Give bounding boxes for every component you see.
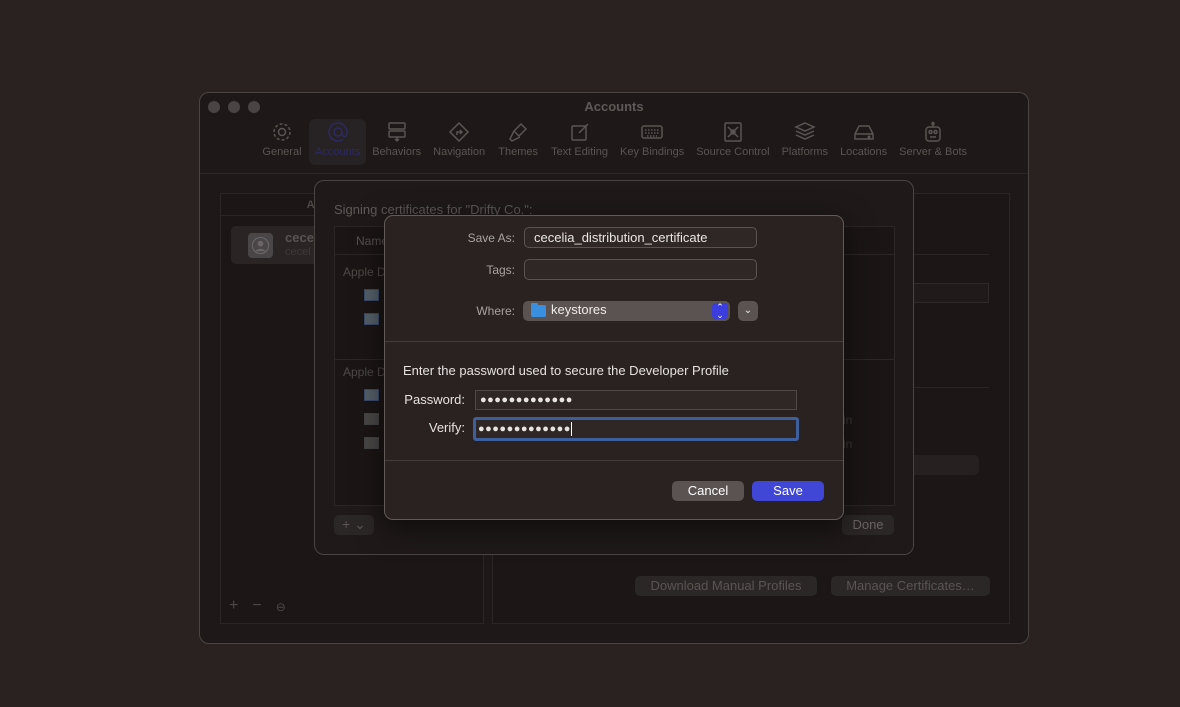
add-account-icon[interactable]: + [229,597,238,617]
verify-label: Verify: [428,420,465,435]
tab-text-editing[interactable]: Text Editing [545,119,614,165]
edit-icon [569,121,591,143]
account-name: cece [285,230,314,245]
divider [385,341,843,342]
drive-icon [853,121,875,143]
remove-account-icon[interactable]: − [252,597,261,617]
account-email: cecel [285,246,311,258]
password-input[interactable]: ●●●●●●●●●●●●● [475,390,797,410]
person-icon [251,236,270,255]
tab-label: Platforms [781,146,829,158]
gear-icon [271,121,293,143]
tab-label: Source Control [696,146,770,158]
certificate-icon[interactable] [364,413,379,425]
tab-locations[interactable]: Locations [834,119,893,165]
certificate-group-label: Apple D [343,365,386,379]
navigation-icon [448,121,470,143]
save-button[interactable]: Save [752,481,824,501]
verify-value: ●●●●●●●●●●●●● [478,423,571,435]
tab-key-bindings[interactable]: Key Bindings [614,119,690,165]
tab-label: Navigation [433,146,486,158]
toolbar-divider [200,173,1028,174]
popup-stepper-icon: ⌃ ⌄ [712,303,728,320]
avatar [248,233,273,258]
certificate-icon[interactable] [364,289,379,301]
tab-navigation[interactable]: Navigation [427,119,491,165]
more-options-icon[interactable]: ⊖ [276,597,286,617]
verify-input[interactable]: ●●●●●●●●●●●●● [473,417,799,441]
sidebar-footer: + − ⊖ [229,597,286,617]
tab-themes[interactable]: Themes [491,119,545,165]
tab-label: Server & Bots [899,146,968,158]
certificate-icon[interactable] [364,437,379,449]
tab-label: General [262,146,302,158]
certificate-icon[interactable] [364,389,379,401]
chevron-down-icon: ⌄ [743,305,753,316]
tab-behaviors[interactable]: Behaviors [366,119,427,165]
tab-source-control[interactable]: Source Control [690,119,775,165]
certificate-icon[interactable] [364,313,379,325]
tab-label: Key Bindings [620,146,685,158]
tab-general[interactable]: General [255,119,309,165]
manage-certificates-button[interactable]: Manage Certificates… [831,576,990,596]
tags-label: Tags: [486,263,515,277]
ghost-text: in [843,413,853,427]
divider [385,460,843,461]
where-value: keystores [551,302,607,317]
team-field [903,283,989,303]
at-icon [327,121,349,143]
tab-label: Accounts [314,146,361,158]
preferences-toolbar: General Accounts Behaviors Navigation Th… [230,119,998,165]
robot-icon [922,121,944,143]
tab-label: Locations [840,146,888,158]
save-as-input[interactable]: cecelia_distribution_certificate [524,227,757,248]
window-title: Accounts [584,99,644,114]
done-button[interactable]: Done [842,515,894,535]
tab-label: Themes [498,146,538,158]
folder-icon [531,303,546,317]
download-manual-profiles-button[interactable]: Download Manual Profiles [635,576,817,596]
tab-label: Behaviors [372,146,422,158]
layers-icon [793,121,816,143]
save-dialog: Save As: cecelia_distribution_certificat… [384,215,844,520]
tab-server-bots[interactable]: Server & Bots [893,119,973,165]
password-prompt: Enter the password used to secure the De… [403,363,729,378]
tab-accounts[interactable]: Accounts [308,119,367,165]
keyboard-icon [641,121,663,143]
paintbrush-icon [507,121,529,143]
cancel-button[interactable]: Cancel [672,481,744,501]
where-popup[interactable]: keystores ⌃ ⌄ [523,301,730,321]
tags-input[interactable] [524,259,757,280]
where-label: Where: [476,304,515,318]
tab-platforms[interactable]: Platforms [776,119,834,165]
tab-label: Text Editing [551,146,608,158]
text-caret [570,422,572,437]
add-certificate-button[interactable]: + ⌄ [334,515,374,535]
expand-browser-button[interactable]: ⌄ [738,301,758,321]
ghost-text: in [843,437,853,451]
detail-button[interactable] [903,455,979,475]
password-label: Password: [404,392,465,407]
behaviors-icon [386,121,408,143]
certificate-group-label: Apple D [343,265,386,279]
source-control-icon [722,121,744,143]
save-as-label: Save As: [467,231,515,245]
